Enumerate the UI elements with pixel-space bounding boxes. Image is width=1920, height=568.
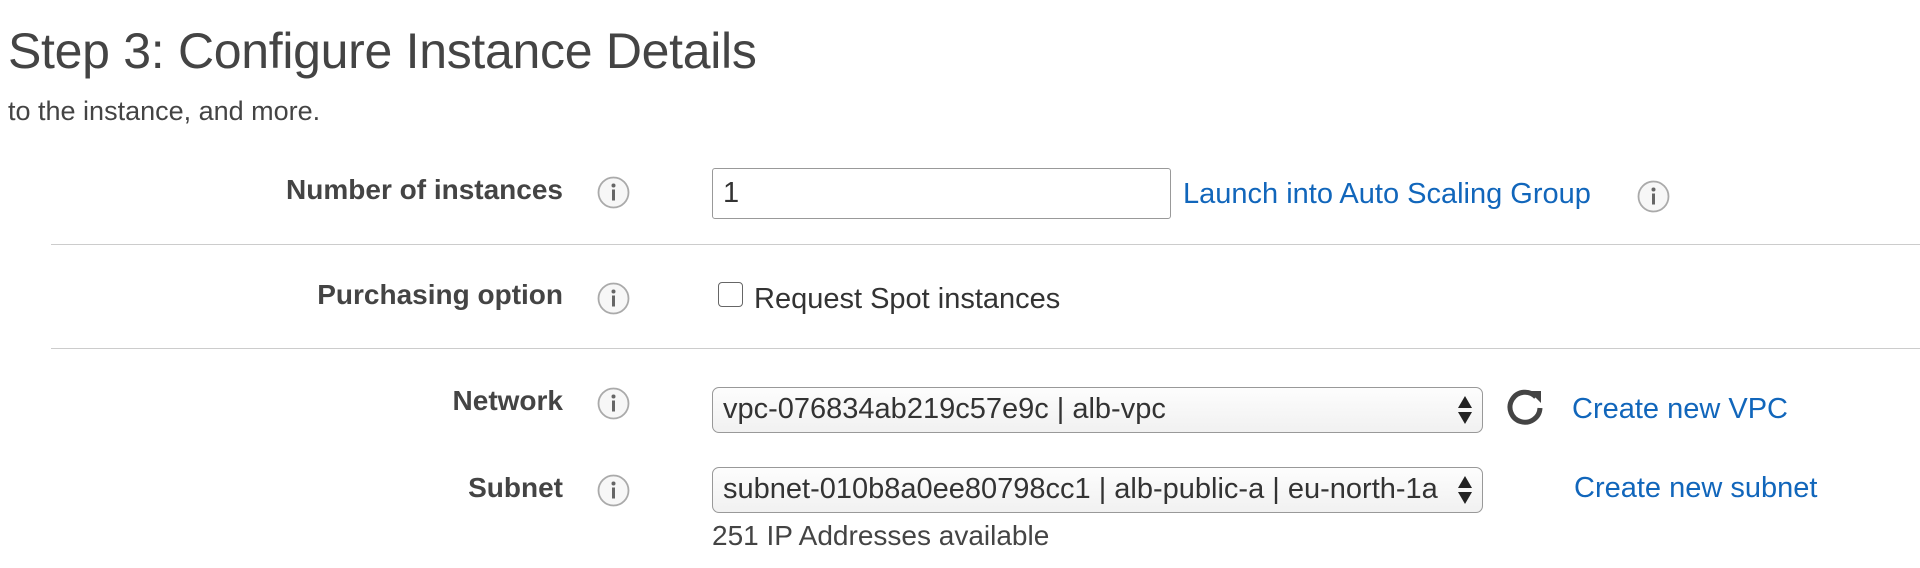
number-of-instances-label: Number of instances [286,174,563,205]
page-subtitle: to the instance, and more. [8,96,321,126]
launch-into-asg-link[interactable]: Launch into Auto Scaling Group [1183,178,1591,211]
subnet-select[interactable]: subnet-010b8a0ee80798cc1 | alb-public-a … [712,467,1483,513]
request-spot-checkbox[interactable] [718,282,743,307]
select-arrows-icon [1458,396,1472,424]
refresh-icon[interactable] [1503,385,1547,429]
network-label: Network [452,385,563,416]
info-icon[interactable] [597,176,630,209]
info-icon[interactable] [1637,180,1670,213]
create-new-vpc-link[interactable]: Create new VPC [1572,393,1788,426]
create-new-subnet-link[interactable]: Create new subnet [1574,472,1817,505]
info-icon[interactable] [597,282,630,315]
number-of-instances-input[interactable] [712,168,1171,219]
subnet-label: Subnet [468,472,563,503]
info-icon[interactable] [597,474,630,507]
network-select-value: vpc-076834ab219c57e9c | alb-vpc [723,393,1166,425]
info-icon[interactable] [597,387,630,420]
network-select[interactable]: vpc-076834ab219c57e9c | alb-vpc [712,387,1483,433]
purchasing-option-label: Purchasing option [317,279,563,310]
row-divider [51,348,1920,349]
select-arrows-icon [1458,476,1472,504]
subnet-select-value: subnet-010b8a0ee80798cc1 | alb-public-a … [723,473,1438,505]
request-spot-label[interactable]: Request Spot instances [754,283,1060,316]
row-divider [51,244,1920,245]
page-title: Step 3: Configure Instance Details [8,23,757,79]
ip-addresses-available: 251 IP Addresses available [712,520,1050,551]
